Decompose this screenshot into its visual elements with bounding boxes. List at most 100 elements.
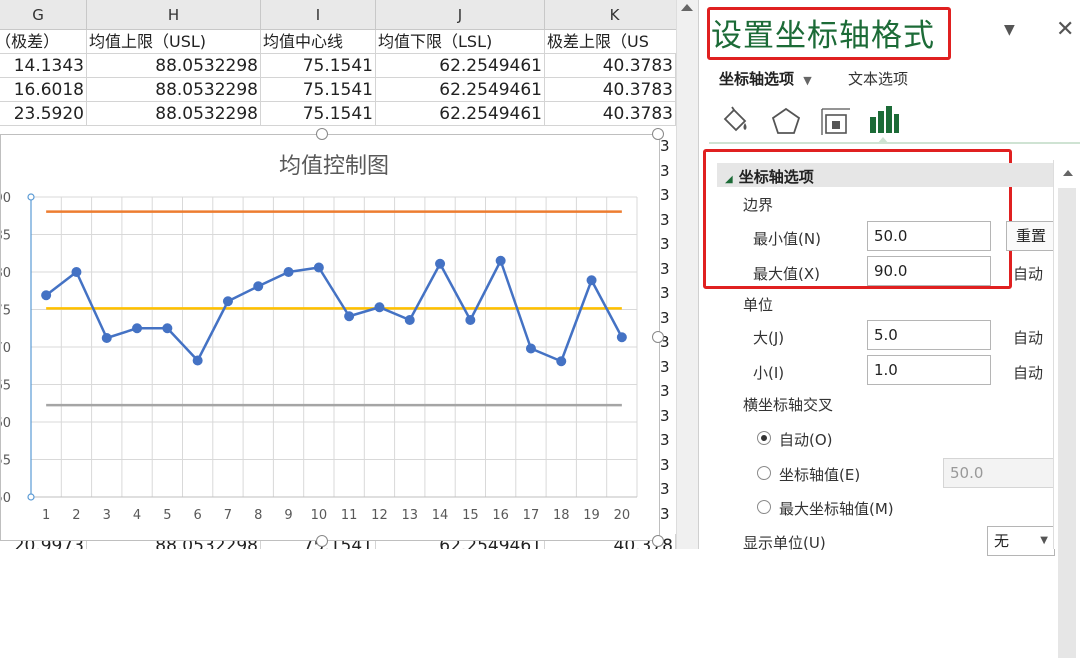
table-cell[interactable]: 75.1541 bbox=[261, 54, 376, 78]
table-cell[interactable]: 88.0532298 bbox=[87, 54, 261, 78]
data-point bbox=[283, 267, 294, 277]
mean-control-chart[interactable]: 均值控制图50556065707580859012345678910111213… bbox=[0, 135, 659, 540]
data-point bbox=[41, 290, 52, 301]
radio-auto[interactable] bbox=[757, 431, 771, 445]
header-cell-range-usl[interactable]: 极差上限（US bbox=[545, 30, 676, 54]
table-cell[interactable]: 88.0532298 bbox=[87, 102, 261, 126]
chevron-down-icon: ▼ bbox=[803, 74, 812, 87]
pane-vertical-scrollbar[interactable] bbox=[1053, 160, 1080, 658]
column-letter: H bbox=[167, 6, 180, 24]
fill-line-icon[interactable] bbox=[719, 105, 753, 137]
display-units-select[interactable]: 无 ▼ bbox=[987, 526, 1055, 556]
axis-value-input[interactable]: 50.0 bbox=[943, 458, 1055, 488]
pane-options-chevron-icon[interactable]: ▼ bbox=[1004, 22, 1015, 38]
axis-selection-handle bbox=[27, 193, 35, 201]
chart-area[interactable]: 均值控制图50556065707580859012345678910111213… bbox=[0, 134, 660, 541]
max-auto-label[interactable]: 自动 bbox=[1013, 263, 1043, 284]
y-tick-label: 90 bbox=[1, 191, 11, 206]
major-auto-label[interactable]: 自动 bbox=[1013, 327, 1043, 348]
units-label: 单位 bbox=[743, 296, 774, 314]
size-properties-icon[interactable] bbox=[819, 105, 853, 137]
radio-max-axis-value[interactable] bbox=[757, 500, 771, 514]
header-cell-usl[interactable]: 均值上限（USL) bbox=[87, 30, 261, 54]
header-cell-center[interactable]: 均值中心线 bbox=[261, 30, 376, 54]
column-header-k[interactable]: K bbox=[545, 0, 676, 30]
column-header-h[interactable]: H bbox=[87, 0, 261, 30]
x-tick-label: 9 bbox=[284, 508, 292, 523]
table-cell[interactable]: 62.2549461 bbox=[376, 102, 545, 126]
expand-triangle-icon: ◢ bbox=[725, 174, 733, 185]
scroll-up-arrow-icon[interactable] bbox=[1063, 170, 1073, 176]
radio-max-axis-value-label[interactable]: 最大坐标轴值(M) bbox=[779, 498, 894, 519]
data-point bbox=[313, 262, 324, 273]
table-cell[interactable]: 40.3783 bbox=[545, 78, 676, 102]
display-units-label: 显示单位(U) bbox=[743, 534, 826, 552]
data-point bbox=[495, 255, 506, 266]
reset-button[interactable]: 重置 bbox=[1006, 221, 1056, 251]
table-cell[interactable]: 75.1541 bbox=[261, 102, 376, 126]
minor-unit-input[interactable]: 1.0 bbox=[867, 355, 991, 385]
scroll-thumb[interactable] bbox=[1058, 188, 1076, 658]
format-axis-pane[interactable]: 设置坐标轴格式 ▼ ✕ 坐标轴选项 ▼ 文本选项 ◢ 坐标轴选项 边界 最小值(N… bbox=[698, 0, 1080, 658]
hidden-cell-digit: 3 bbox=[660, 284, 670, 302]
table-cell[interactable]: 16.6018 bbox=[0, 78, 87, 102]
data-point bbox=[465, 315, 476, 325]
table-cell[interactable]: 23.5920 bbox=[0, 102, 87, 126]
x-tick-label: 20 bbox=[614, 508, 631, 523]
data-point bbox=[344, 311, 355, 322]
column-header-i[interactable]: I bbox=[261, 0, 376, 30]
hidden-cell-digit: 3 bbox=[660, 259, 670, 278]
display-units-value: 无 bbox=[994, 532, 1010, 550]
section-axis-options[interactable]: ◢ 坐标轴选项 bbox=[725, 166, 814, 187]
data-point bbox=[101, 333, 112, 343]
x-tick-label: 14 bbox=[432, 508, 449, 523]
radio-auto-label[interactable]: 自动(O) bbox=[779, 429, 833, 450]
table-cell[interactable]: 62.2549461 bbox=[376, 78, 545, 102]
radio-axis-value[interactable] bbox=[757, 466, 771, 480]
table-cell[interactable]: 14.1343 bbox=[0, 54, 87, 78]
sheet-vertical-scrollbar[interactable] bbox=[676, 0, 698, 549]
data-point bbox=[222, 296, 233, 307]
close-icon[interactable]: ✕ bbox=[1056, 17, 1074, 42]
table-cell[interactable]: 88.0532298 bbox=[87, 78, 261, 102]
max-bound-input[interactable]: 90.0 bbox=[867, 256, 991, 286]
table-cell[interactable]: 40.3783 bbox=[545, 102, 676, 126]
chart-resize-handle[interactable] bbox=[652, 331, 664, 343]
chart-resize-handle[interactable] bbox=[652, 128, 664, 140]
tab-divider bbox=[709, 142, 1080, 144]
bounds-label: 边界 bbox=[743, 196, 774, 214]
major-unit-input[interactable]: 5.0 bbox=[867, 320, 991, 350]
major-unit-label: 大(J) bbox=[753, 329, 785, 347]
x-tick-label: 4 bbox=[133, 508, 141, 523]
effects-pentagon-icon[interactable] bbox=[769, 105, 803, 137]
table-cell[interactable]: 62.2549461 bbox=[376, 54, 545, 78]
radio-axis-value-label[interactable]: 坐标轴值(E) bbox=[779, 464, 860, 485]
table-cell[interactable]: 40.3783 bbox=[545, 54, 676, 78]
chart-resize-handle[interactable] bbox=[316, 128, 328, 140]
min-bound-input[interactable]: 50.0 bbox=[867, 221, 991, 251]
header-cell-lsl[interactable]: 均值下限（LSL) bbox=[376, 30, 545, 54]
spreadsheet-area[interactable]: G H I J K R（极差） 均值上限（USL) 均值中心线 均值下限（LSL… bbox=[0, 0, 676, 549]
tab-text-options[interactable]: 文本选项 bbox=[848, 68, 908, 89]
column-letter: K bbox=[609, 6, 620, 24]
column-header-g[interactable]: G bbox=[0, 0, 87, 30]
chart-resize-handle[interactable] bbox=[316, 535, 328, 547]
axis-options-barchart-icon[interactable] bbox=[867, 103, 901, 137]
header-cell-range[interactable]: R（极差） bbox=[0, 30, 87, 54]
column-letter: I bbox=[315, 6, 321, 24]
y-tick-label: 75 bbox=[1, 304, 11, 319]
table-cell[interactable]: 75.1541 bbox=[261, 78, 376, 102]
axis-cross-label: 横坐标轴交叉 bbox=[743, 396, 834, 414]
chart-resize-handle[interactable] bbox=[652, 535, 664, 547]
minor-auto-label[interactable]: 自动 bbox=[1013, 362, 1043, 383]
data-point bbox=[404, 315, 415, 325]
tab-axis-options[interactable]: 坐标轴选项 ▼ bbox=[719, 68, 812, 89]
x-tick-label: 15 bbox=[462, 508, 479, 523]
scroll-up-arrow-icon[interactable] bbox=[681, 4, 693, 11]
data-point bbox=[162, 323, 173, 334]
y-tick-label: 60 bbox=[1, 416, 11, 431]
x-tick-label: 6 bbox=[194, 508, 202, 523]
column-header-j[interactable]: J bbox=[376, 0, 545, 30]
hidden-cell-digit: 3 bbox=[660, 308, 670, 327]
section-label: 坐标轴选项 bbox=[738, 168, 814, 186]
